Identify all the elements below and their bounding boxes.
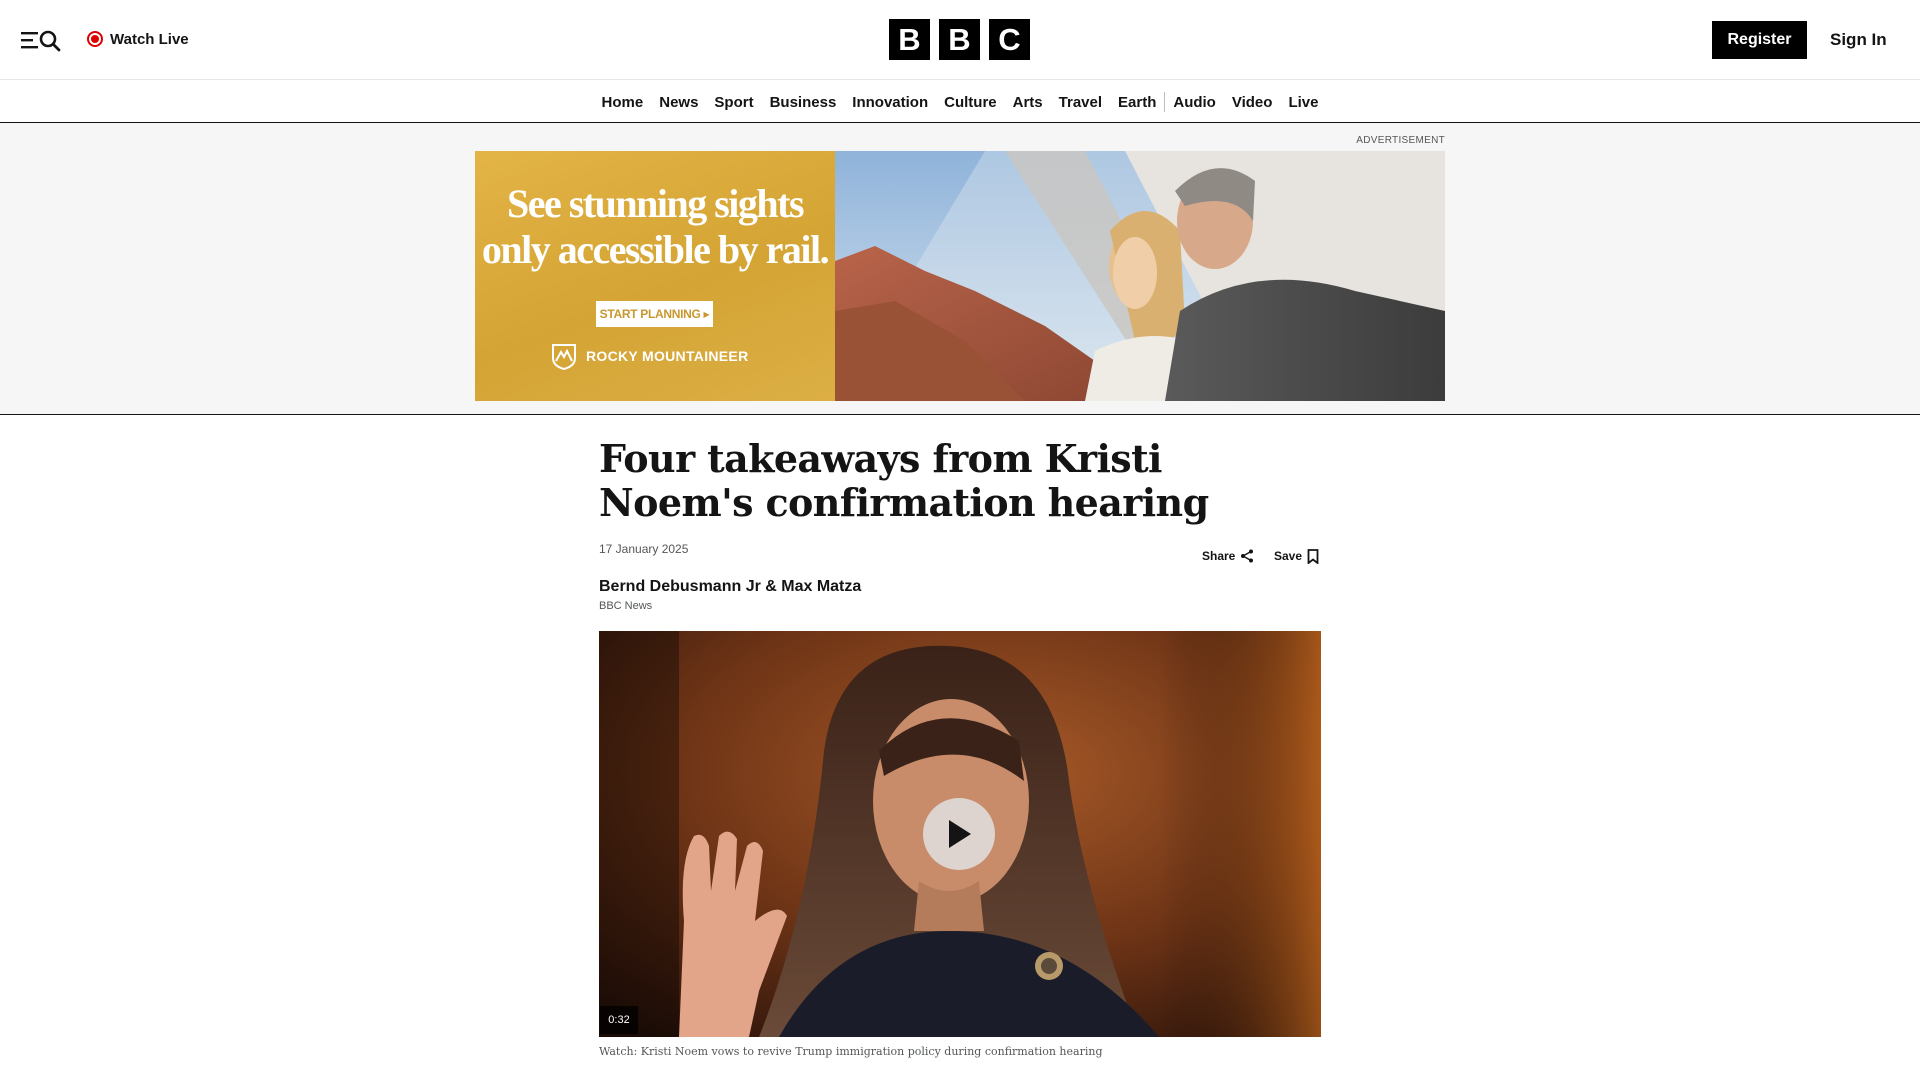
nav-item-innovation[interactable]: Innovation: [844, 81, 936, 123]
logo-letter-b1: B: [889, 19, 930, 60]
save-label: Save: [1274, 549, 1303, 563]
nav-item-video[interactable]: Video: [1224, 81, 1281, 123]
ad-cta-button[interactable]: START PLANNING ▶: [596, 301, 713, 327]
ad-photo: [835, 151, 1445, 401]
bbc-logo[interactable]: B B C: [889, 19, 1030, 60]
bookmark-icon: [1307, 548, 1319, 564]
nav-item-audio[interactable]: Audio: [1165, 81, 1224, 123]
play-button[interactable]: [923, 798, 995, 870]
ad-brand-name: ROCKY MOUNTAINEER: [586, 348, 749, 364]
ad-brand: ROCKY MOUNTAINEER: [550, 341, 748, 371]
watch-live-label: Watch Live: [110, 30, 189, 48]
share-icon: [1241, 549, 1254, 563]
article-headline: Four takeaways from Kristi Noem's confir…: [599, 436, 1209, 525]
live-record-icon: [87, 31, 103, 47]
nav-item-earth[interactable]: Earth: [1110, 81, 1164, 123]
nav-item-arts[interactable]: Arts: [1005, 81, 1051, 123]
article-date: 17 January 2025: [599, 542, 689, 556]
logo-letter-b2: B: [939, 19, 980, 60]
share-button[interactable]: Share: [1202, 548, 1254, 564]
nav-item-home[interactable]: Home: [594, 81, 652, 123]
nav-item-business[interactable]: Business: [762, 81, 845, 123]
video-duration: 0:32: [600, 1006, 638, 1034]
byline-organization: BBC News: [599, 600, 653, 612]
byline-authors[interactable]: Bernd Debusmann Jr & Max Matza: [599, 578, 861, 596]
watch-live-link[interactable]: Watch Live: [87, 28, 189, 50]
nav-item-culture[interactable]: Culture: [936, 81, 1005, 123]
nav-item-live[interactable]: Live: [1280, 81, 1326, 123]
register-button[interactable]: Register: [1712, 21, 1807, 59]
video-player[interactable]: 0:32: [599, 631, 1321, 1037]
share-label: Share: [1202, 549, 1236, 563]
play-triangle-icon: ▶: [703, 309, 710, 319]
nav-item-travel[interactable]: Travel: [1051, 81, 1110, 123]
play-icon: [949, 820, 971, 848]
train-passengers-photo: [835, 151, 1445, 401]
mountain-shield-icon: [552, 344, 576, 370]
nav-item-sport[interactable]: Sport: [706, 81, 761, 123]
advertisement-section: ADVERTISEMENT See stunning sights only a…: [0, 123, 1920, 415]
video-caption: Watch: Kristi Noem vows to revive Trump …: [599, 1045, 1103, 1058]
menu-search-button[interactable]: [20, 27, 64, 53]
top-header: Watch Live B B C Register Sign In: [0, 0, 1920, 80]
ad-text-panel: See stunning sights only accessible by r…: [475, 151, 835, 401]
main-navigation: Home News Sport Business Innovation Cult…: [0, 81, 1920, 123]
ad-headline-line2: only accessible by rail.: [481, 227, 830, 272]
logo-letter-c: C: [989, 19, 1030, 60]
ad-headline-line1: See stunning sights: [506, 181, 805, 226]
advertisement-label: ADVERTISEMENT: [1356, 135, 1445, 146]
save-button[interactable]: Save: [1274, 548, 1319, 564]
menu-search-icon: [21, 30, 61, 52]
ad-cta-label: START PLANNING: [599, 307, 701, 321]
sign-in-button[interactable]: Sign In: [1830, 21, 1887, 59]
ad-headline: See stunning sights only accessible by r…: [475, 181, 835, 273]
nav-list: Home News Sport Business Innovation Cult…: [0, 81, 1920, 123]
ad-banner[interactable]: See stunning sights only accessible by r…: [475, 151, 1445, 401]
nav-item-news[interactable]: News: [651, 81, 706, 123]
